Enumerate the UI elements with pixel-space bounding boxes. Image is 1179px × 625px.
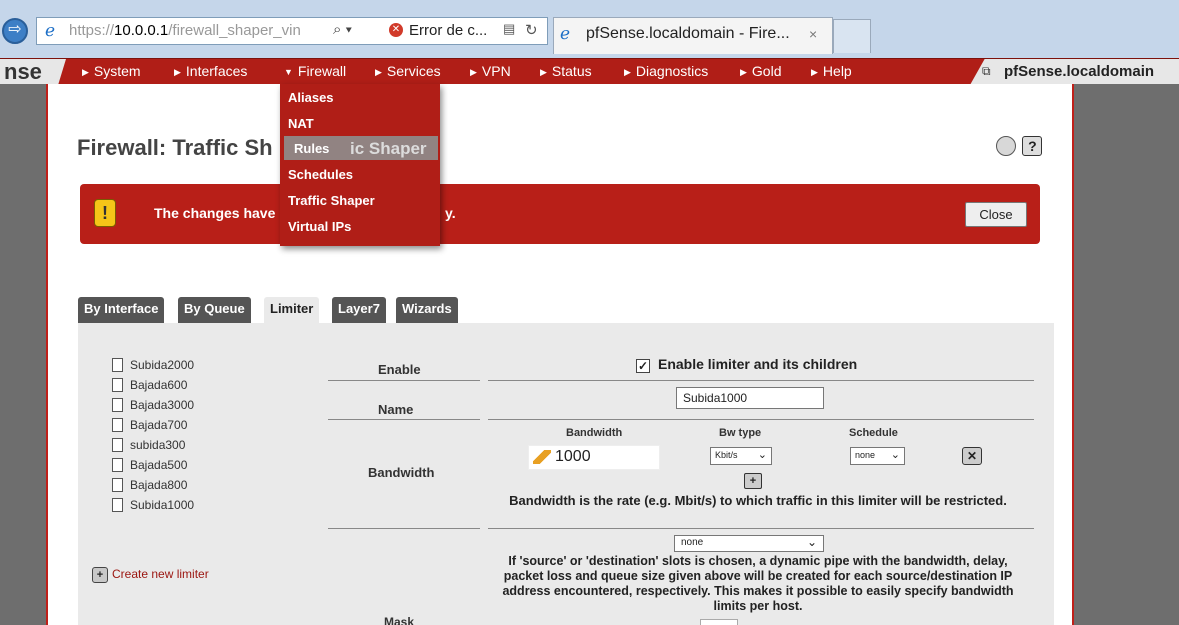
pfsense-logo[interactable]: nse (0, 59, 66, 85)
reload-icon[interactable]: ↻ (525, 21, 538, 39)
help-icon[interactable]: ? (1022, 136, 1043, 156)
certificate-error-label[interactable]: Error de c... (409, 22, 487, 39)
limiter-panel: Subida2000 Bajada600 Bajada3000 Bajada70… (78, 323, 1054, 625)
document-icon (112, 378, 123, 392)
alert-banner: ! The changes have y. Close (80, 184, 1040, 244)
bw-type-column-header: Bw type (719, 427, 762, 439)
browser-toolbar: ⇨ ℯ https://10.0.0.1/firewall_shaper_vin… (0, 0, 1179, 58)
main-content: Firewall: Traffic Sh ? ! The changes hav… (46, 84, 1074, 625)
nav-item-gold[interactable]: ▶ Gold (740, 63, 782, 79)
name-field[interactable]: Subida1000 (676, 387, 824, 409)
tab-wizards[interactable]: Wizards (396, 297, 458, 323)
document-icon (112, 398, 123, 412)
nav-item-services[interactable]: ▶ Services (375, 63, 441, 79)
back-arrow-icon[interactable]: ⇨ (2, 18, 28, 44)
alert-text: The changes have (154, 205, 276, 221)
ie-logo-icon: ℯ (560, 24, 571, 43)
warning-icon: ! (94, 199, 116, 227)
bandwidth-input[interactable]: 1000 (528, 445, 660, 470)
document-icon (112, 498, 123, 512)
divider (328, 380, 480, 381)
background-right (1074, 84, 1179, 625)
main-nav: nse ▶ System ▶ Interfaces ▼ Firewall ▶ Servi… (0, 58, 1179, 85)
schedule-select[interactable]: none ⌄ (850, 447, 905, 465)
ie-logo-icon: ℯ (45, 21, 56, 40)
enable-checkbox[interactable]: ✓ (636, 359, 650, 373)
firewall-dropdown-menu: ic Shaper Aliases NAT Rules Schedules Tr… (280, 84, 440, 246)
error-icon: ✕ (389, 23, 403, 37)
document-icon (112, 418, 123, 432)
tab-limiter[interactable]: Limiter (264, 297, 320, 323)
close-button[interactable]: Close (965, 202, 1027, 227)
network-icon: ⧉ (982, 64, 991, 78)
add-icon: + (92, 567, 108, 583)
url-text[interactable]: https://10.0.0.1/firewall_shaper_vin (69, 22, 301, 39)
nav-item-system[interactable]: ▶ System (82, 63, 141, 79)
nav-item-status[interactable]: ▶ Status (540, 63, 592, 79)
document-icon (112, 478, 123, 492)
divider (488, 419, 1034, 420)
page-title: Firewall: Traffic Sh (77, 135, 273, 160)
nav-item-firewall[interactable]: ▼ Firewall (284, 63, 346, 79)
enable-checkbox-row[interactable]: ✓ Enable limiter and its children (636, 356, 857, 373)
alert-text-tail: y. (445, 205, 456, 221)
add-icon[interactable]: + (744, 473, 762, 489)
menu-item-traffic-shaper[interactable]: Traffic Shaper (288, 193, 375, 208)
divider (328, 528, 480, 529)
menu-item-rules[interactable]: Rules (294, 141, 329, 156)
background-left (0, 84, 46, 625)
page-title-icons: ? (996, 136, 1043, 156)
address-bar[interactable]: ℯ https://10.0.0.1/firewall_shaper_vin ⌕… (36, 17, 548, 45)
menu-item-virtual-ips[interactable]: Virtual IPs (288, 219, 351, 234)
nav-item-vpn[interactable]: ▶ VPN (470, 63, 511, 79)
divider (328, 419, 480, 420)
new-tab-button[interactable] (833, 19, 871, 53)
tab-by-interface[interactable]: By Interface (78, 297, 165, 323)
pencil-icon (533, 450, 551, 464)
divider (488, 528, 1034, 529)
document-icon[interactable]: ▤ (503, 21, 515, 37)
mask-select[interactable]: none ⌄ (674, 535, 824, 552)
name-label: Name (378, 402, 414, 417)
menu-item-nat[interactable]: NAT (288, 116, 314, 131)
divider (488, 380, 1034, 381)
mask-extra-input[interactable] (700, 619, 738, 625)
browser-tab-active[interactable]: ℯ pfSense.localdomain - Fire... × (553, 17, 833, 54)
document-icon (112, 458, 123, 472)
hostname-text: pfSense.localdomain (1004, 63, 1155, 80)
chevron-down-icon: ⌄ (890, 449, 900, 461)
document-icon (112, 358, 123, 372)
menu-item-schedules[interactable]: Schedules (288, 167, 353, 182)
bandwidth-label: Bandwidth (368, 465, 435, 480)
search-icon[interactable]: ⌕ ▾ (333, 21, 352, 38)
menu-item-aliases[interactable]: Aliases (288, 90, 334, 105)
bandwidth-column-header: Bandwidth (566, 427, 623, 439)
schedule-column-header: Schedule (849, 427, 898, 439)
refresh-circle-icon[interactable] (996, 136, 1016, 156)
nav-item-help[interactable]: ▶ Help (811, 63, 852, 79)
delete-icon[interactable]: ✕ (962, 447, 982, 465)
bw-type-select[interactable]: Kbit/s ⌄ (710, 447, 772, 465)
mask-label: Mask (384, 615, 415, 625)
nav-item-diagnostics[interactable]: ▶ Diagnostics (624, 63, 708, 79)
create-new-limiter-link[interactable]: + Create new limiter (92, 567, 209, 583)
chevron-down-icon: ⌄ (757, 449, 767, 461)
tab-layer7[interactable]: Layer7 (332, 297, 386, 323)
document-icon (112, 438, 123, 452)
close-tab-icon[interactable]: × (809, 26, 817, 42)
nav-item-interfaces[interactable]: ▶ Interfaces (174, 63, 247, 79)
hostname-badge[interactable]: ⧉ pfSense.localdomain (970, 59, 1179, 85)
page-title-ghost: ic Shaper (350, 139, 427, 158)
tab-title: pfSense.localdomain - Fire... (586, 25, 790, 42)
bandwidth-help-text: Bandwidth is the rate (e.g. Mbit/s) to w… (509, 493, 1007, 508)
enable-label: Enable (378, 362, 421, 377)
tab-by-queue[interactable]: By Queue (178, 297, 251, 323)
mask-help-text: If 'source' or 'destination' slots is ch… (502, 554, 1014, 613)
chevron-down-icon: ⌄ (806, 535, 817, 549)
